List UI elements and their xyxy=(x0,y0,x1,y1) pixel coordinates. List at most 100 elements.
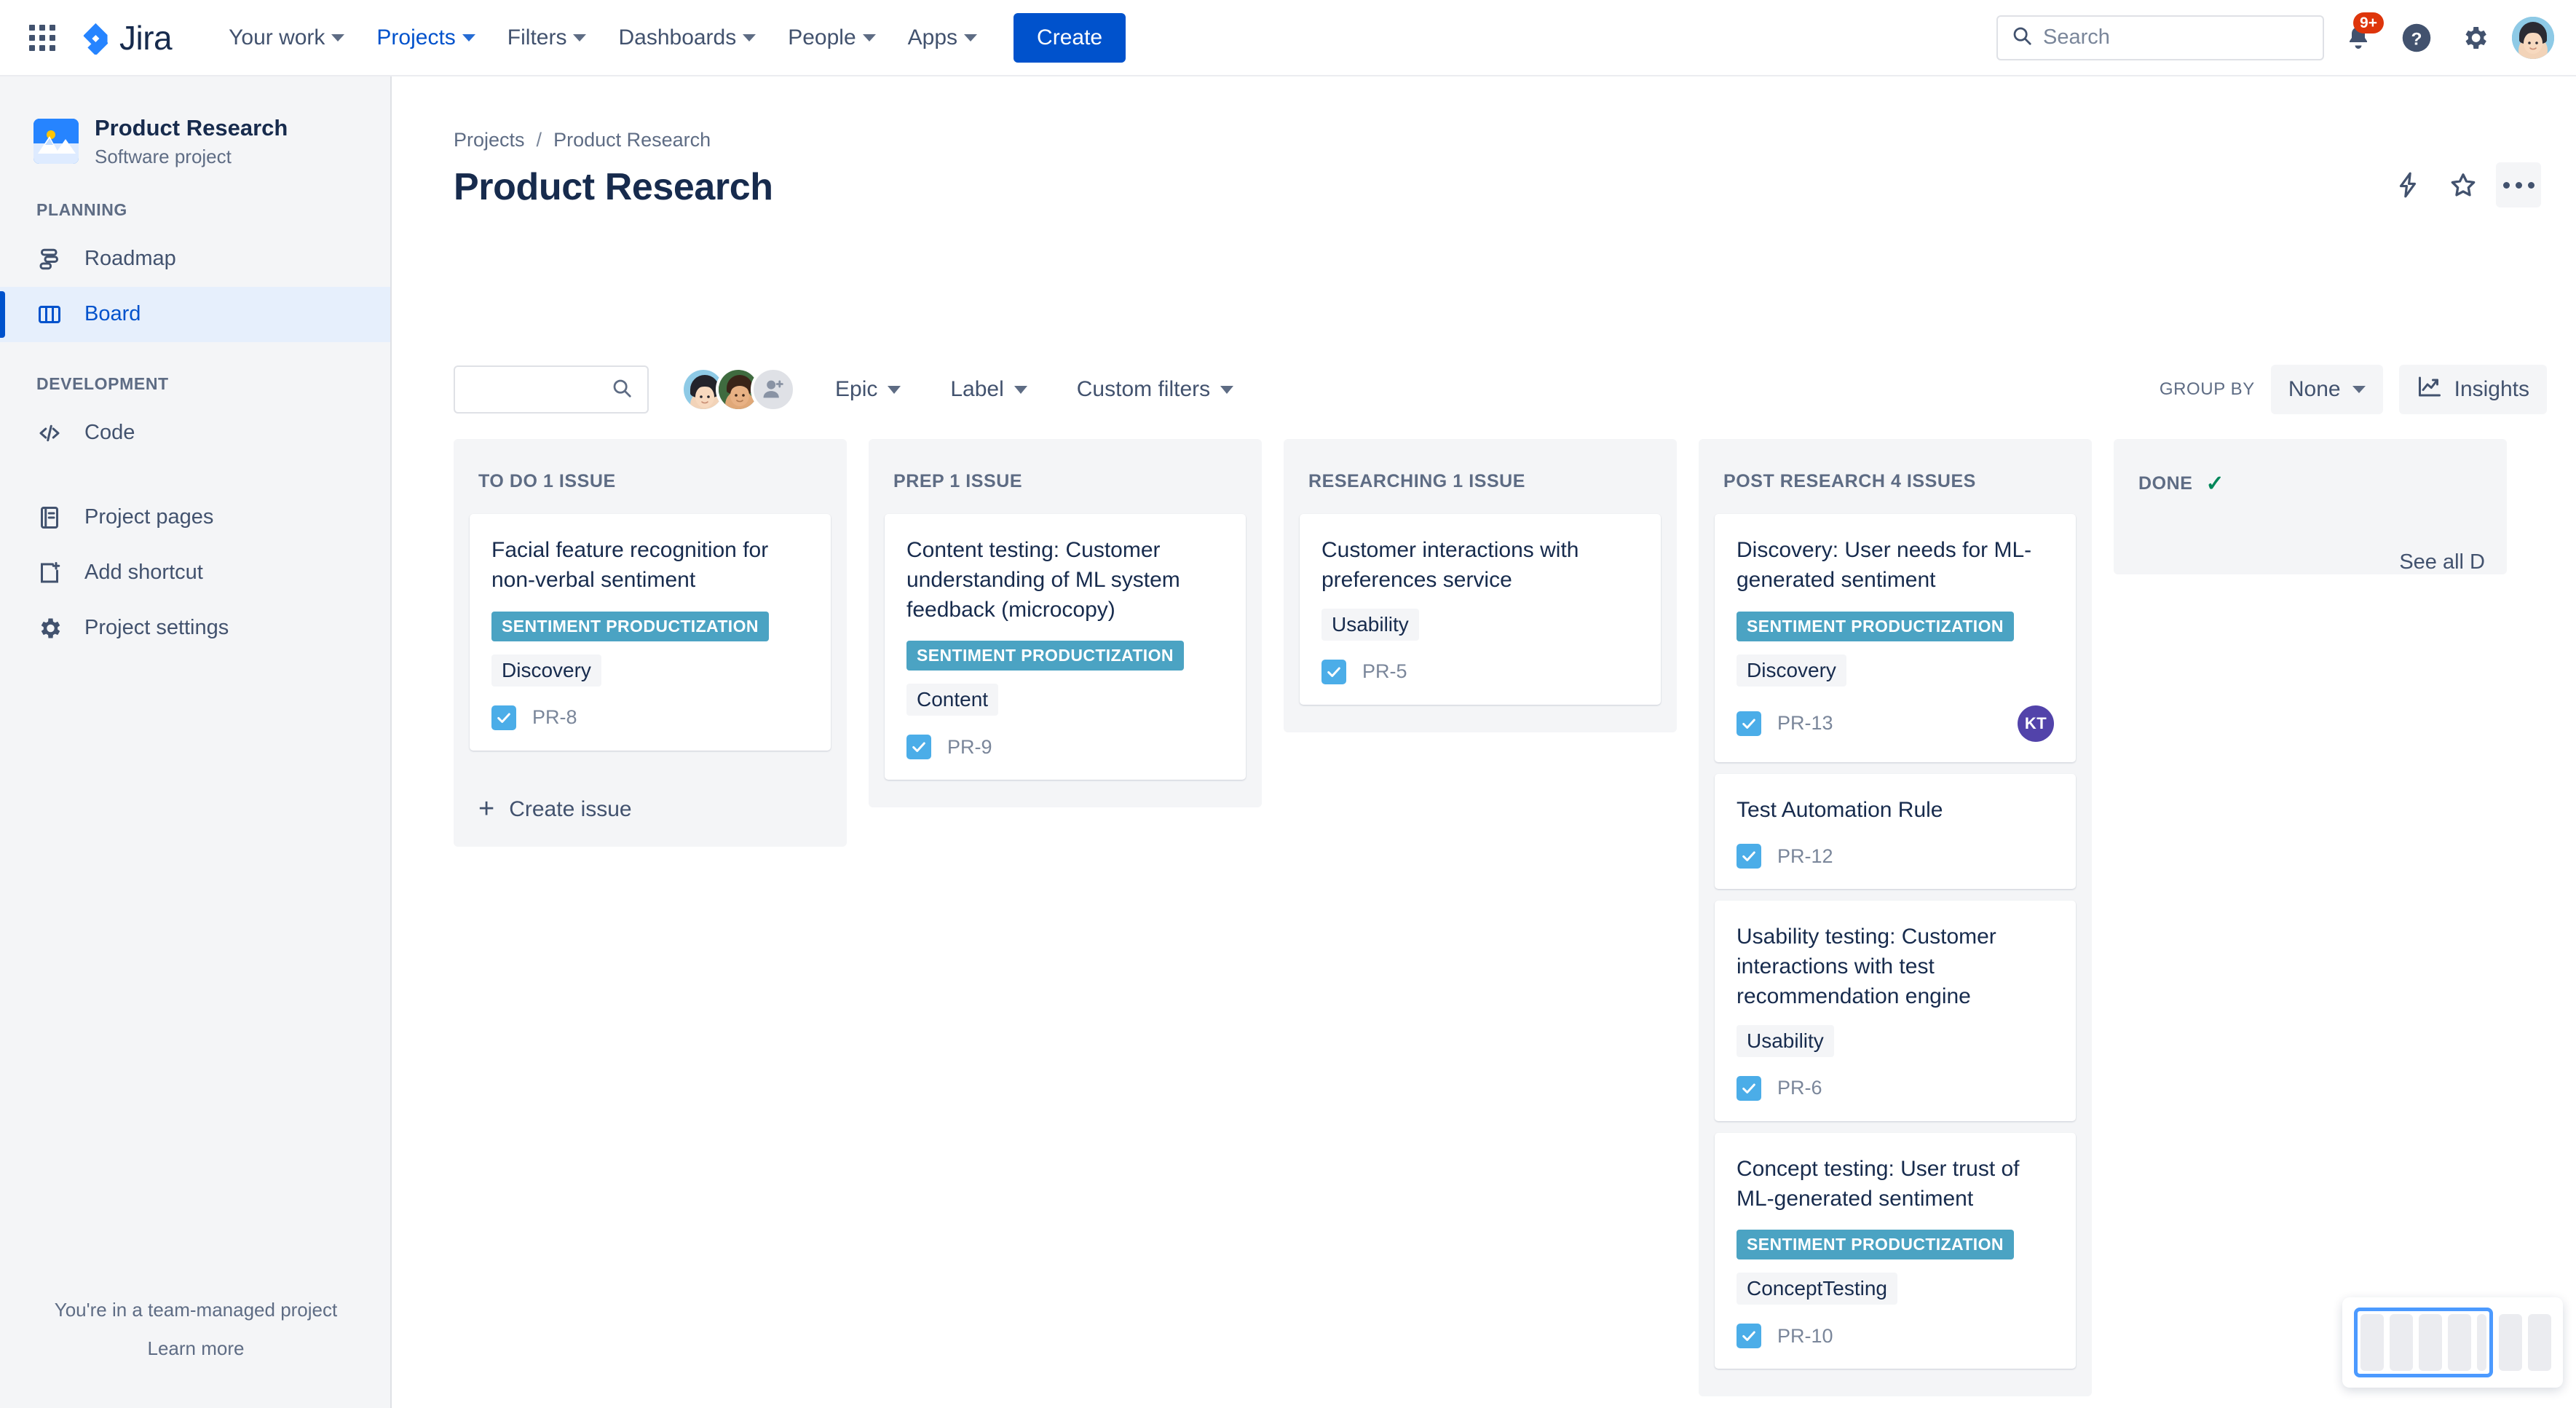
issue-card[interactable]: Facial feature recognition for non-verba… xyxy=(470,514,831,751)
minimap-column xyxy=(2528,1314,2551,1371)
label-chip[interactable]: ConceptTesting xyxy=(1737,1273,1898,1305)
task-type-icon xyxy=(1737,711,1761,736)
grid-apps-icon[interactable] xyxy=(22,17,63,58)
help-icon[interactable]: ? xyxy=(2393,14,2441,62)
minimap-viewport-indicator[interactable] xyxy=(2354,1308,2493,1377)
column-header: DONE ✓ xyxy=(2114,439,2507,518)
settings-gear-icon[interactable] xyxy=(2451,14,2499,62)
see-all-done-link[interactable]: See all D xyxy=(2114,518,2507,574)
insights-button[interactable]: Insights xyxy=(2398,365,2547,414)
sidebar-item-roadmap[interactable]: Roadmap xyxy=(0,232,390,287)
board-minimap[interactable] xyxy=(2342,1297,2563,1388)
task-type-icon xyxy=(1737,1324,1761,1349)
project-name: Product Research xyxy=(95,115,288,141)
issue-key[interactable]: PR-12 xyxy=(1777,845,1833,868)
epic-badge[interactable]: SENTIMENT PRODUCTIZATION xyxy=(1737,611,2014,641)
chevron-down-icon xyxy=(964,33,978,41)
issue-key[interactable]: PR-8 xyxy=(532,706,577,729)
issue-card[interactable]: Test Automation Rule PR-12 xyxy=(1715,773,2076,890)
issue-key[interactable]: PR-9 xyxy=(947,736,992,759)
task-type-icon xyxy=(491,705,516,730)
add-person-icon[interactable] xyxy=(751,367,796,412)
notification-bell-icon[interactable]: 9+ xyxy=(2334,12,2384,62)
label-chip[interactable]: Discovery xyxy=(1737,654,1846,687)
card-title: Facial feature recognition for non-verba… xyxy=(491,538,769,592)
filter-custom-filters-dropdown[interactable]: Custom filters xyxy=(1067,370,1244,409)
breadcrumb-projects[interactable]: Projects xyxy=(454,129,525,151)
automation-lightning-icon[interactable] xyxy=(2385,162,2430,207)
label-chip[interactable]: Usability xyxy=(1737,1024,1834,1057)
nav-item-your-work[interactable]: Your work xyxy=(213,15,360,61)
sidebar-item-label: Project settings xyxy=(84,616,229,640)
main-content: Projects / Product Research Product Rese… xyxy=(392,76,2576,1408)
issue-key[interactable]: PR-10 xyxy=(1777,1325,1833,1348)
issue-key[interactable]: PR-13 xyxy=(1777,712,1833,735)
breadcrumb-product-research[interactable]: Product Research xyxy=(553,129,711,151)
nav-item-filters[interactable]: Filters xyxy=(491,15,603,61)
sidebar-item-board[interactable]: Board xyxy=(0,286,390,342)
nav-item-projects[interactable]: Projects xyxy=(360,15,491,61)
breadcrumb: Projects / Product Research xyxy=(454,129,711,151)
issue-card[interactable]: Concept testing: User trust of ML-genera… xyxy=(1715,1132,2076,1369)
nav-item-people[interactable]: People xyxy=(772,15,891,61)
create-issue-button[interactable]: + Create issue xyxy=(454,778,847,847)
project-header[interactable]: Product Research Software project xyxy=(0,76,390,168)
board-column-researching: RESEARCHING 1 ISSUE Customer interaction… xyxy=(1284,439,1677,732)
create-button[interactable]: Create xyxy=(1014,12,1126,63)
group-by-select[interactable]: None xyxy=(2270,365,2383,414)
jira-logo[interactable]: Jira xyxy=(79,18,173,58)
task-type-icon xyxy=(1321,659,1346,684)
column-cards: Content testing: Customer understanding … xyxy=(869,514,1262,807)
toolbar-right-cluster: GROUP BY None Insights xyxy=(2160,365,2547,414)
page-header-actions xyxy=(2385,162,2541,207)
nav-item-apps[interactable]: Apps xyxy=(892,15,993,61)
board-column-todo: TO DO 1 ISSUE Facial feature recognition… xyxy=(454,439,847,847)
epic-badge[interactable]: SENTIMENT PRODUCTIZATION xyxy=(1737,1230,2014,1260)
page-document-icon xyxy=(36,505,70,531)
sidebar-item-label: Code xyxy=(84,421,135,445)
minimap-column xyxy=(2390,1314,2413,1371)
card-footer: PR-6 xyxy=(1737,1075,2054,1101)
nav-label: People xyxy=(788,25,856,50)
plus-icon: + xyxy=(478,794,495,825)
nav-item-dashboards[interactable]: Dashboards xyxy=(602,15,772,61)
issue-card[interactable]: Customer interactions with preferences s… xyxy=(1300,514,1661,705)
column-header: PREP 1 ISSUE xyxy=(893,471,1023,491)
issue-card[interactable]: Content testing: Customer understanding … xyxy=(885,514,1246,780)
global-search-input[interactable]: Search xyxy=(1996,15,2324,60)
group-by-label: GROUP BY xyxy=(2159,379,2255,399)
learn-more-link[interactable]: Learn more xyxy=(0,1337,390,1360)
star-favorite-icon[interactable] xyxy=(2441,162,2486,207)
nav-label: Your work xyxy=(229,25,325,50)
issue-card[interactable]: Discovery: User needs for ML-generated s… xyxy=(1715,514,2076,762)
sidebar-item-project-pages[interactable]: Project pages xyxy=(0,490,390,545)
card-footer: PR-12 xyxy=(1737,844,2054,869)
label-chip[interactable]: Discovery xyxy=(491,654,601,687)
issue-key[interactable]: PR-6 xyxy=(1777,1077,1822,1099)
issue-key[interactable]: PR-5 xyxy=(1362,660,1407,683)
sidebar-item-label: Project pages xyxy=(84,505,214,529)
sidebar-item-add-shortcut[interactable]: Add shortcut xyxy=(0,545,390,601)
card-title: Test Automation Rule xyxy=(1737,797,1943,822)
filter-epic-dropdown[interactable]: Epic xyxy=(825,370,911,409)
filter-label-dropdown[interactable]: Label xyxy=(940,370,1037,409)
issue-card[interactable]: Usability testing: Customer interactions… xyxy=(1715,901,2076,1121)
sidebar-item-project-settings[interactable]: Project settings xyxy=(0,601,390,656)
epic-badge[interactable]: SENTIMENT PRODUCTIZATION xyxy=(906,641,1184,671)
board-search-input[interactable] xyxy=(454,365,649,414)
assignee-avatar[interactable]: KT xyxy=(2018,705,2054,742)
more-options-icon[interactable] xyxy=(2496,162,2541,207)
create-issue-label: Create issue xyxy=(509,796,632,821)
search-icon xyxy=(611,377,633,403)
epic-badge[interactable]: SENTIMENT PRODUCTIZATION xyxy=(491,611,769,641)
insights-chart-icon xyxy=(2417,373,2443,406)
user-avatar[interactable] xyxy=(2512,16,2554,59)
code-brackets-icon xyxy=(36,420,70,446)
label-chip[interactable]: Usability xyxy=(1321,608,1419,641)
board-columns-icon xyxy=(36,301,70,328)
jira-logo-text: Jira xyxy=(119,18,173,57)
board-column-post-research: POST RESEARCH 4 ISSUES Discovery: User n… xyxy=(1699,439,2092,1397)
label-chip[interactable]: Content xyxy=(906,684,999,716)
mountain-image-icon xyxy=(33,118,79,164)
sidebar-item-code[interactable]: Code xyxy=(0,406,390,461)
